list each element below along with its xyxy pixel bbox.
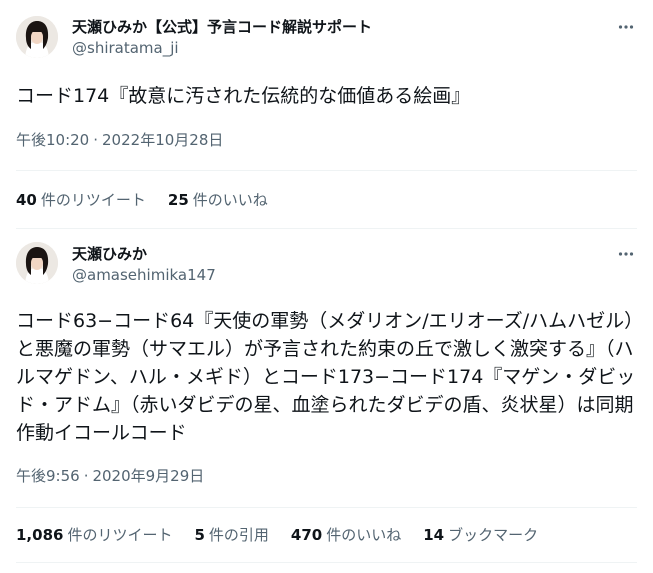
user-handle[interactable]: @amasehimika147	[72, 266, 216, 284]
tweet-date: 2022年10月28日	[102, 131, 224, 149]
display-name[interactable]: 天瀬ひみか	[72, 243, 147, 264]
divider	[16, 507, 637, 508]
like-count[interactable]: 470 件のいいね	[291, 524, 401, 545]
tweet-timestamp[interactable]: 午後10:20 · 2022年10月28日	[16, 129, 223, 150]
avatar-image	[16, 242, 58, 284]
user-handle[interactable]: @shiratama_ji	[72, 39, 179, 57]
tweet-text-line: ド・アドム』（赤いダビデの星、血塗られたダビデの盾、炎状星）は同期	[16, 394, 634, 416]
tweet-text: コード174『故意に汚された伝統的な価値ある絵画』	[16, 85, 471, 107]
tweet-text-line: 作動イコールコード	[16, 422, 187, 444]
display-name[interactable]: 天瀬ひみか【公式】予言コード解説サポート	[72, 16, 372, 37]
divider	[16, 562, 637, 563]
tweet: 天瀬ひみか @amasehimika147 コード63−コード64『天使の軍勢（…	[0, 229, 653, 573]
engagement-stats: 1,086 件のリツイート 5 件の引用 470 件のいいね 14 ブックマーク	[16, 524, 637, 544]
retweet-count[interactable]: 40 件のリツイート	[16, 189, 146, 210]
tweet-text-line: と悪魔の軍勢（サマエル）が予言された約束の丘で激しく激突する』（ハ	[16, 338, 634, 360]
tweet-text: コード63−コード64『天使の軍勢（メダリオン/エリオーズ/ハムハゼル） と悪魔…	[16, 307, 644, 447]
bookmark-count[interactable]: 14 ブックマーク	[423, 524, 538, 545]
retweet-count[interactable]: 1,086 件のリツイート	[16, 524, 172, 545]
more-options-button[interactable]	[613, 241, 639, 267]
more-horizontal-icon	[618, 25, 634, 29]
tweet-timestamp[interactable]: 午後9:56 · 2020年9月29日	[16, 465, 204, 486]
like-count[interactable]: 25 件のいいね	[168, 189, 268, 210]
tweet-time: 午後10:20	[16, 131, 90, 149]
more-horizontal-icon	[618, 252, 634, 256]
tweet-text-line: コード63−コード64『天使の軍勢（メダリオン/エリオーズ/ハムハゼル）	[16, 310, 644, 332]
quote-count[interactable]: 5 件の引用	[194, 524, 268, 545]
divider	[16, 170, 637, 171]
engagement-stats: 40 件のリツイート 25 件のいいね	[16, 189, 637, 209]
avatar-image	[16, 16, 58, 58]
tweet-date: 2020年9月29日	[92, 467, 205, 485]
avatar[interactable]	[16, 242, 58, 284]
tweet-text-line: ルマゲドン、ハル・メギド）とコード173−コード174『マゲン・ダビッ	[16, 366, 636, 388]
more-options-button[interactable]	[613, 14, 639, 40]
avatar[interactable]	[16, 16, 58, 58]
tweet: 天瀬ひみか【公式】予言コード解説サポート @shiratama_ji コード17…	[0, 0, 653, 229]
tweet-time: 午後9:56	[16, 467, 80, 485]
